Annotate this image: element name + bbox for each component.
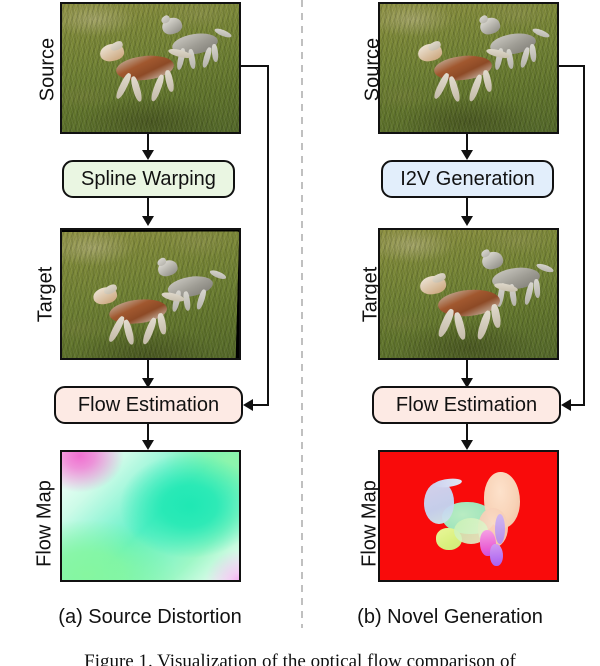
panel-b-process-box-i2v-generation[interactable]: I2V Generation: [381, 160, 554, 198]
brown-dog: [418, 271, 522, 352]
brown-dog: [96, 39, 196, 114]
panel-a-flow-map: [60, 450, 241, 582]
flow-blob-head: [424, 482, 454, 524]
panel-a-flow-estimation-label: Flow Estimation: [77, 393, 220, 416]
panel-divider: [301, 0, 303, 628]
panel-b-feedback-top: [559, 65, 585, 67]
panel-a-label-source: Source: [36, 37, 59, 102]
panel-a-arrowhead-4: [142, 440, 154, 450]
flow-blob-muzzle: [433, 477, 463, 489]
brown-dog: [87, 283, 192, 358]
brown-dog: [414, 39, 514, 114]
panel-a-label-target: Target: [34, 266, 57, 323]
panel-a-feedback-vertical: [267, 65, 269, 405]
flow-blob-tail: [495, 514, 505, 544]
panel-b-feedback-arrowhead: [561, 399, 571, 411]
panel-a-arrowhead-2: [142, 216, 154, 226]
panel-b-flow-estimation-box[interactable]: Flow Estimation: [372, 386, 561, 424]
panel-b-caption: (b) Novel Generation: [357, 606, 543, 628]
panel-b-arrowhead-4: [461, 440, 473, 450]
panel-b-process-box-label: I2V Generation: [400, 167, 535, 190]
figure-root: Source Spline Warping Target Flow Estima…: [0, 0, 600, 666]
panel-a-process-box-label: Spline Warping: [81, 167, 216, 190]
panel-b-target-image: [378, 228, 559, 360]
panel-a-label-flow-map: Flow Map: [33, 480, 56, 567]
panel-a-source-image: [60, 2, 241, 134]
panel-a-arrowhead-1: [142, 150, 154, 160]
panel-a-process-box-spline-warping[interactable]: Spline Warping: [62, 160, 235, 198]
panel-b-feedback-bottom: [571, 404, 585, 406]
panel-a-flow-estimation-box[interactable]: Flow Estimation: [54, 386, 243, 424]
panel-b-source-image: [378, 2, 559, 134]
panel-b-flow-estimation-label: Flow Estimation: [395, 393, 538, 416]
panel-b-flow-map: [378, 450, 559, 582]
figure-caption-partial: Figure 1. Visualization of the optical f…: [84, 651, 516, 666]
panel-a-target-image: [60, 228, 241, 360]
panel-a-feedback-top: [241, 65, 269, 67]
panel-b-arrowhead-1: [461, 150, 473, 160]
panel-b-feedback-vertical: [583, 65, 585, 405]
panel-b-arrowhead-2: [461, 216, 473, 226]
panel-a-feedback-arrowhead: [243, 399, 253, 411]
flow-blob-hind-leg-2: [490, 544, 503, 566]
panel-a-caption: (a) Source Distortion: [58, 606, 242, 628]
panel-a-feedback-bottom: [253, 404, 269, 406]
